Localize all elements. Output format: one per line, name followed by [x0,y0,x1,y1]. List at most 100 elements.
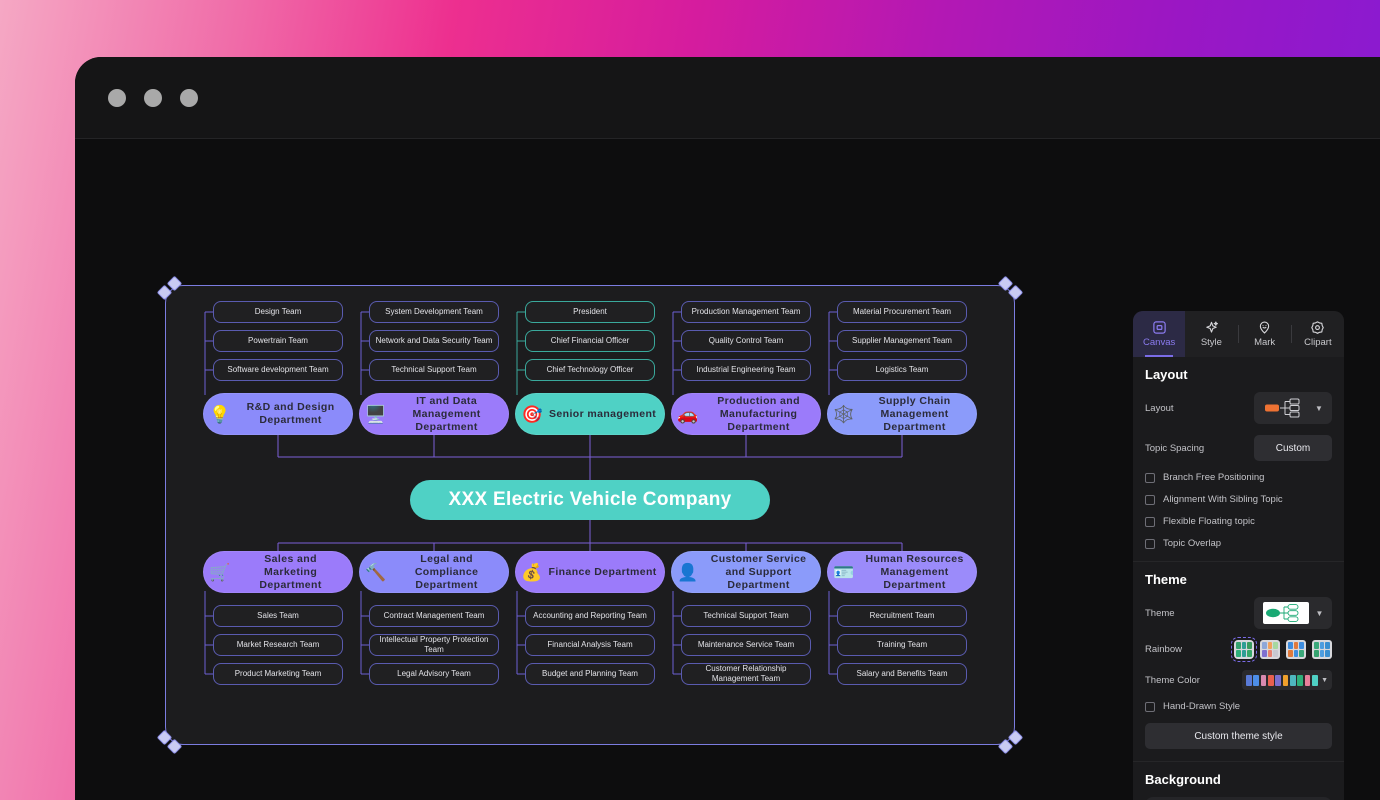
mindmap-department-node[interactable]: 💰 Finance Department [515,551,665,593]
mindmap-department-node[interactable]: 💡 R&D and Design Department [203,393,353,435]
app-content: 💡 R&D and Design Department Design Team Pow… [75,139,1380,800]
checkbox-box[interactable] [1145,494,1155,505]
mindmap-team-node[interactable]: Financial Analysis Team [525,634,655,656]
mindmap-team-node[interactable]: Technical Support Team [681,605,811,627]
mindmap-team-node[interactable]: Recruitment Team [837,605,967,627]
theme-color-swatch[interactable] [1260,674,1267,686]
theme-color-swatch[interactable] [1275,674,1282,686]
mindmap-department-node[interactable]: 🖥️ IT and Data Management Department [359,393,509,435]
mindmap-team-node[interactable]: Maintenance Service Team [681,634,811,656]
rainbow-swatch [1262,642,1267,649]
mindmap-department-node[interactable]: 👤 Customer Service and Support Department [671,551,821,593]
mindmap-team-node[interactable]: President [525,301,655,323]
mindmap-team-node[interactable]: Chief Financial Officer [525,330,655,352]
minimize-dot[interactable] [144,89,162,107]
rainbow-swatch [1314,650,1319,657]
mindmap-team-node[interactable]: Salary and Benefits Team [837,663,967,685]
mindmap-team-node[interactable]: Accounting and Reporting Team [525,605,655,627]
custom-theme-style-button[interactable]: Custom theme style [1145,723,1332,749]
checkbox-hand-drawn-style[interactable]: Hand-Drawn Style [1145,701,1332,712]
id-badge-icon: 🪪 [833,562,855,582]
theme-color-select[interactable]: ▼ [1242,670,1332,690]
tab-clipart[interactable]: Clipart [1292,311,1344,357]
mindmap-department-node[interactable]: 🛒 Sales and Marketing Department [203,551,353,593]
mindmap-team-node[interactable]: Logistics Team [837,359,967,381]
theme-color-swatch[interactable] [1253,674,1260,686]
checkbox-box[interactable] [1145,516,1155,527]
properties-panel: Canvas Style Mark Clipart Layout Layout … [1133,311,1344,800]
rainbow-option-rainbow-green[interactable] [1231,637,1257,662]
mindmap-team-node[interactable]: Supplier Management Team [837,330,967,352]
mindmap-team-node[interactable]: Training Team [837,634,967,656]
mindmap-team-node[interactable]: Technical Support Team [369,359,499,381]
mindmap-team-node[interactable]: Chief Technology Officer [525,359,655,381]
layout-label: Layout [1145,402,1174,414]
mindmap-team-node[interactable]: Design Team [213,301,343,323]
background-section-title: Background [1145,772,1221,787]
theme-color-swatch[interactable] [1297,674,1303,686]
mindmap-root-node[interactable]: XXX Electric Vehicle Company [410,480,770,520]
department-node-label: Supply Chain Management Department [878,394,951,433]
mindmap-team-node[interactable]: Software development Team [213,359,343,381]
mindmap-department-node[interactable]: 🕸️ Supply Chain Management Department [827,393,977,435]
checkbox-branch-free-positioning[interactable]: Branch Free Positioning [1145,472,1332,483]
mindmap-team-node[interactable]: Powertrain Team [213,330,343,352]
mindmap-team-node[interactable]: System Development Team [369,301,499,323]
checkbox-box[interactable] [1145,538,1155,549]
mindmap-team-node[interactable]: Network and Data Security Team [369,330,499,352]
checkbox-label: Hand-Drawn Style [1163,701,1241,712]
tab-style[interactable]: Style [1185,311,1237,357]
mindmap-team-node[interactable]: Legal Advisory Team [369,663,499,685]
theme-select[interactable]: ▼ [1254,597,1332,629]
checkbox-box[interactable] [1145,701,1155,712]
department-node-label: Production and Manufacturing Department [717,394,800,433]
mindmap-canvas-wrapper[interactable]: 💡 R&D and Design Department Design Team Pow… [156,275,1024,755]
mindmap-team-node[interactable]: Production Management Team [681,301,811,323]
checkbox-label: Flexible Floating topic [1163,516,1255,527]
mindmap-team-node[interactable]: Product Marketing Team [213,663,343,685]
tab-canvas[interactable]: Canvas [1133,311,1186,357]
topic-spacing-button[interactable]: Custom [1254,435,1332,461]
mindmap-team-node[interactable]: Budget and Planning Team [525,663,655,685]
topic-spacing-row: Topic Spacing Custom [1145,435,1332,461]
mindmap-team-node[interactable]: Sales Team [213,605,343,627]
checkbox-flexible-floating-topic[interactable]: Flexible Floating topic [1145,516,1332,527]
layout-section: Layout Layout ▼ Topic Spacing Custom Bra… [1133,357,1344,562]
mindmap-department-node[interactable]: 🎯 Senior management [515,393,665,435]
theme-color-swatch[interactable] [1282,674,1289,686]
mindmap-team-node[interactable]: Customer Relationship Management Team [681,663,811,685]
computer-icon: 🖥️ [365,404,387,424]
theme-color-swatch[interactable] [1246,674,1252,686]
checkbox-topic-overlap[interactable]: Topic Overlap [1145,538,1332,549]
mindmap-team-node[interactable]: Quality Control Team [681,330,811,352]
theme-color-swatch[interactable] [1289,674,1296,686]
rainbow-option-rainbow-pastel[interactable] [1260,640,1280,659]
rainbow-swatch [1247,642,1252,649]
checkbox-alignment-with-sibling-topic[interactable]: Alignment With Sibling Topic [1145,494,1332,505]
rainbow-swatch [1325,650,1330,657]
mindmap-team-node[interactable]: Industrial Engineering Team [681,359,811,381]
mindmap-department-node[interactable]: 🔨 Legal and Compliance Department [359,551,509,593]
mindmap-team-node[interactable]: Intellectual Property Protection Team [369,634,499,656]
theme-color-swatch[interactable] [1267,674,1274,686]
mindmap-department-node[interactable]: 🚗 Production and Manufacturing Department [671,393,821,435]
theme-color-swatch[interactable] [1304,674,1311,686]
rainbow-option-rainbow-blue[interactable] [1312,640,1332,659]
rainbow-swatch [1241,650,1247,657]
mindmap-team-node[interactable]: Contract Management Team [369,605,499,627]
layout-select[interactable]: ▼ [1254,392,1332,424]
rainbow-swatch [1236,642,1241,649]
mindmap-team-node[interactable]: Market Research Team [213,634,343,656]
mindmap-department-node[interactable]: 🪪 Human Resources Management Department [827,551,977,593]
checkbox-label: Branch Free Positioning [1163,472,1265,483]
rainbow-option-rainbow-orange[interactable] [1286,640,1306,659]
close-dot[interactable] [108,89,126,107]
department-node-label: Sales and Marketing Department [259,552,322,591]
tab-mark[interactable]: Mark [1239,311,1291,357]
car-icon: 🚗 [677,404,699,424]
checkbox-box[interactable] [1145,472,1155,483]
mindmap-team-node[interactable]: Material Procurement Team [837,301,967,323]
theme-color-swatch[interactable] [1311,674,1318,686]
maximize-dot[interactable] [180,89,198,107]
rainbow-swatch [1262,650,1267,657]
